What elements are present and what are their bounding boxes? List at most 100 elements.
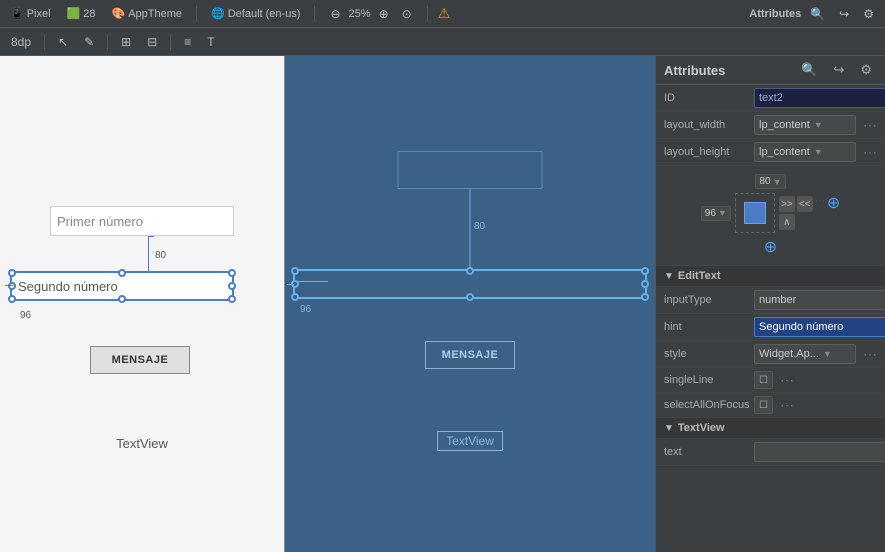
singleline-label: singleLine	[664, 374, 754, 386]
textview-wp[interactable]: TextView	[116, 436, 168, 451]
locale-selector[interactable]: 🌐 Default (en-us)	[207, 5, 304, 22]
theme-selector[interactable]: 🎨 AppTheme	[108, 5, 187, 22]
bp-handle-tl	[291, 267, 299, 275]
button-mensaje[interactable]: MENSAJE	[90, 346, 190, 374]
hint-value: ⋯	[754, 317, 885, 337]
hand-tool[interactable]: ✎	[79, 33, 99, 51]
bp-edittext2[interactable]	[293, 269, 647, 299]
separator2	[314, 6, 315, 22]
design-area: Primer número 80 96 Segundo número	[0, 56, 655, 552]
style-arrow: ▼	[821, 349, 853, 359]
dim-line-vertical	[148, 236, 149, 271]
api-icon: 🟩	[67, 7, 81, 20]
segundo-numero-hint: Segundo número	[18, 279, 118, 294]
separator	[196, 6, 197, 22]
text-label: text	[664, 446, 754, 458]
sep6	[170, 34, 171, 50]
align-tool[interactable]: ⊞	[116, 33, 136, 51]
blue-panel: 80 96 MENSAJE	[285, 56, 655, 552]
style-label: style	[664, 348, 754, 360]
layout-width-arrow: ▼	[812, 120, 853, 130]
textview-section-header[interactable]: ▼ TextView	[656, 418, 885, 439]
layout-width-more[interactable]: ⋯	[863, 117, 877, 134]
sep4	[44, 34, 45, 50]
singleline-row: singleLine ☐ ⋯	[656, 368, 885, 393]
locale-icon: 🌐	[211, 7, 225, 20]
sep5	[107, 34, 108, 50]
layout-height-more[interactable]: ⋯	[863, 144, 877, 161]
singleline-more[interactable]: ⋯	[780, 372, 794, 389]
arrow-up-button[interactable]: ∧	[779, 214, 795, 230]
device-selector[interactable]: 📱 Pixel	[6, 5, 55, 22]
singleline-toggle[interactable]: ☐	[754, 371, 773, 389]
plus-right-button[interactable]: ⊕	[827, 196, 840, 212]
style-dropdown[interactable]: Widget.Ap... ▼	[754, 344, 856, 364]
constraint-arrows: >> << ⋯ ⊕ ∧	[779, 196, 840, 230]
selectallonfocus-label: selectAllOnFocus	[664, 399, 754, 411]
zoom-in-button[interactable]: ⊕	[374, 5, 394, 23]
dim-arrow-top	[148, 236, 154, 237]
selectallonfocus-value: ☐ ⋯	[754, 396, 877, 414]
id-row: ID	[656, 85, 885, 112]
inputtype-input[interactable]	[754, 290, 885, 310]
edittext-section-header[interactable]: ▼ EditText	[656, 266, 885, 287]
arrow-left-button[interactable]: <<	[797, 196, 813, 212]
arrow-row1: >> << ⋯ ⊕	[779, 196, 840, 212]
bp-textview[interactable]: TextView	[437, 431, 503, 451]
selectallonfocus-toggle[interactable]: ☐	[754, 396, 773, 414]
search-attr-button[interactable]: 🔍	[796, 60, 822, 80]
bp-handle-bl	[291, 293, 299, 301]
settings-attr-button[interactable]: ⚙	[855, 60, 877, 80]
plus-bottom-button[interactable]: ⊕	[764, 237, 777, 257]
bp-button-mensaje[interactable]: MENSAJE	[425, 341, 515, 369]
primer-numero-hint: Primer número	[57, 214, 143, 229]
layout-height-dropdown[interactable]: lp_content ▼	[754, 142, 856, 162]
edittext-primer-numero[interactable]: Primer número	[50, 206, 234, 236]
hint-label: hint	[664, 321, 754, 333]
selectallonfocus-row: selectAllOnFocus ☐ ⋯	[656, 393, 885, 418]
text-input[interactable]	[754, 442, 885, 462]
id-input[interactable]	[754, 88, 885, 108]
bp-handle-br	[641, 293, 649, 301]
attributes-title: Attributes	[664, 63, 725, 78]
device-name: Pixel	[27, 8, 51, 20]
phone-icon: 📱	[10, 7, 24, 20]
handle-tm	[118, 269, 126, 277]
hint-input[interactable]	[754, 317, 885, 337]
dim-96-label-wp: 96	[20, 310, 31, 321]
arrow-right-button[interactable]: >>	[779, 196, 795, 212]
pointer-tool[interactable]: ↖	[53, 33, 73, 51]
edittext-section-label: EditText	[678, 270, 721, 282]
zoom-out-button[interactable]: ⊖	[325, 5, 345, 23]
layout-height-row: layout_height lp_content ▼ ⋯	[656, 139, 885, 166]
zoom-fit-button[interactable]: ⊙	[397, 5, 417, 23]
constraint-left-arrow	[5, 285, 13, 286]
constraint-left-value: 96 ▼	[701, 206, 731, 221]
settings-button[interactable]: ⚙	[858, 5, 879, 23]
attributes-panel: Attributes 🔍 ↪ ⚙ ID layout_width lp_cont…	[655, 56, 885, 552]
section-arrow-icon2: ▼	[664, 423, 674, 434]
distribute-tool[interactable]: ⊟	[142, 33, 162, 51]
forward-button[interactable]: ↪	[834, 5, 854, 23]
selectallonfocus-more[interactable]: ⋯	[780, 397, 794, 414]
margin-button[interactable]: 8dp	[6, 33, 36, 51]
text-tool[interactable]: T	[202, 33, 219, 51]
bp-dim-96: 96	[300, 304, 311, 315]
layout-width-dropdown[interactable]: lp_content ▼	[754, 115, 856, 135]
handle-br	[228, 295, 236, 303]
handle-ml	[8, 282, 16, 290]
attr-title: Attributes	[749, 8, 801, 20]
bp-handle-mr	[641, 280, 649, 288]
textview-label-wp: TextView	[116, 436, 168, 451]
expand-attr-button[interactable]: ↪	[828, 60, 849, 80]
layout-height-arrow: ▼	[812, 147, 853, 157]
edittext-segundo-numero[interactable]: Segundo número	[10, 271, 234, 301]
api-selector[interactable]: 🟩 28	[63, 5, 100, 22]
theme-icon: 🎨	[112, 7, 126, 20]
search-button[interactable]: 🔍	[805, 5, 830, 23]
style-more[interactable]: ⋯	[863, 346, 877, 363]
layout-width-text: lp_content	[757, 119, 810, 131]
layout-tool[interactable]: ≡	[179, 33, 196, 51]
separator3	[427, 6, 428, 22]
locale-name: Default (en-us)	[228, 8, 301, 20]
